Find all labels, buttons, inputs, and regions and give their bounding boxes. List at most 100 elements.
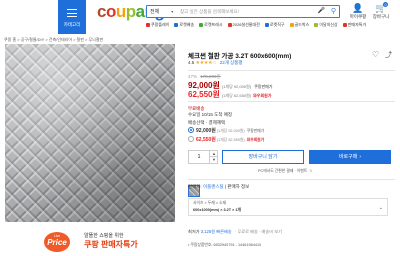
option-section-title: 배송선택 · 결제혜택 (188, 120, 226, 125)
category-label: 카테고리 (63, 22, 81, 27)
rating-score: 4.5 (188, 60, 195, 65)
delivery-estimate: 수요일 10/15 도착 예정 (188, 112, 232, 118)
share-icon[interactable]: ⤴ (385, 50, 392, 60)
add-to-cart-button[interactable]: 장바구니 담기 (222, 150, 304, 164)
logo-letter: a (135, 2, 145, 21)
shortcut-item[interactable]: 로켓배송 (174, 22, 194, 32)
logo-letter: u (115, 2, 126, 21)
original-price: 175,000원 (200, 74, 221, 79)
detail-label: 최저가 (188, 229, 200, 234)
option-price: 62,550원 (196, 137, 216, 143)
shortcut-label: 이달의신상 (319, 22, 338, 27)
pc-payment-note: PC에서도 간편한 결제 · 이벤트 ✕ (258, 168, 312, 174)
live-price-badge: Live Price (44, 232, 70, 252)
divider (188, 70, 395, 71)
shortcut-label: 2026설선물대전 (232, 22, 260, 27)
heart-icon[interactable]: ♡ (372, 50, 379, 59)
option-price: 92,000원 (196, 128, 216, 134)
wow-price-row: 62,550원 (1개당 62,550원) 와우회원가 (188, 89, 272, 100)
chevron-down-icon: ⌄ (378, 205, 383, 211)
hamburger-icon (67, 9, 77, 17)
quantity-input[interactable]: 1 (189, 151, 209, 163)
banner-line1: 알뜰한 쇼핑을 위한 (84, 233, 124, 239)
option-tag: 쿠팡판매가 (246, 129, 265, 133)
cart-icon: 🛒 (375, 3, 387, 13)
delivery-detail-row: 최저가 3,125원 빠른배송 · 무료로 배송 · 배송비 보기 (188, 229, 282, 235)
star-icons: ★★★★☆ (195, 60, 217, 66)
shortcut-icon (289, 22, 294, 27)
decrement-button[interactable]: ▼ (209, 157, 218, 163)
breadcrumb[interactable]: 쿠팡 홈 > 공구/철물/DIY > 건축/인테리어 > 철판 > 무늬철판 (4, 37, 103, 43)
chevron-down-icon: ▾ (171, 9, 174, 14)
user-icon: 👤 (352, 3, 364, 13)
search-input[interactable]: 찾고 싶은 상품을 검색해보세요! (180, 9, 239, 15)
option-tag: 와우회원가 (246, 138, 265, 142)
shortcut-icon (314, 22, 319, 27)
logo-letter: c (97, 2, 106, 21)
divider (188, 101, 395, 102)
pc-note-text: PC에서도 간편한 결제 · 이벤트 (258, 169, 308, 173)
radio-selected[interactable] (188, 127, 194, 133)
banner-line2: 쿠팡 판매자특가 (84, 240, 138, 249)
wow-price: 62,550원 (188, 90, 220, 99)
mypage-label: 마이쿠팡 (349, 14, 367, 19)
shortcut-item[interactable]: 판매자특가 (342, 22, 367, 32)
shortcut-label: 로켓배송 (179, 22, 195, 27)
badge-big-text: Price (47, 238, 67, 247)
divider (188, 179, 395, 180)
option-box-value: 600x1000(mm) × 3.2T × 1개 (193, 208, 242, 212)
buy-now-button[interactable]: 바로구매 › (309, 150, 391, 164)
price-option-sale[interactable]: 92,000원(1개당 92,000원) 쿠팡판매가 (188, 127, 264, 134)
mypage-button[interactable]: 👤 마이쿠팡 (347, 3, 369, 20)
rating: 4.5 ★★★★☆ 22개 상품평 (188, 60, 243, 66)
shortcut-item[interactable]: 로켓직구 (264, 22, 285, 32)
shortcut-item[interactable]: 골드박스 (289, 22, 310, 32)
shortcut-icon (174, 22, 179, 27)
shortcut-label: 로켓프레시 (204, 22, 223, 27)
product-number: • 쿠팡상품번호: 6532940791 - 14461964410 (188, 243, 262, 247)
arrow-right-icon: › (359, 154, 362, 160)
live-price-banner[interactable]: Live Price 알뜰한 쇼핑을 위한 쿠팡 판매자특가 (40, 228, 152, 254)
seller-info-link[interactable]: | 판매자 정보 (225, 184, 249, 189)
logo-letter: p (125, 2, 136, 21)
search-scope-select[interactable]: 전체 ▾ (150, 8, 173, 15)
shortcut-icon (199, 22, 204, 27)
price-option-wow[interactable]: 62,550원(1개당 62,550원) 와우회원가 (188, 136, 264, 143)
logo-letter: o (105, 2, 116, 21)
discount-percent: 47% (188, 74, 198, 79)
category-menu-button[interactable]: 카테고리 (58, 0, 86, 34)
shortcut-label: 쿠팡플레이 (151, 22, 170, 27)
option-unit-price: (1개당 92,000원) (216, 129, 245, 133)
seller-prefix: 판매자: (188, 184, 202, 189)
product-image[interactable] (5, 44, 175, 222)
option-unit-price: (1개당 62,550원) (216, 138, 245, 142)
cart-label: 장바구니 (372, 14, 390, 19)
option-select-box[interactable]: 사이즈 × 두께 × 소재 600x1000(mm) × 3.2T × 1개 ⌄ (188, 198, 388, 216)
shortcut-label: 판매자특가 (347, 22, 367, 27)
quantity-stepper[interactable]: 1 ▲ ▼ (188, 150, 218, 164)
shortcut-label: 로켓직구 (269, 22, 285, 27)
wow-price-unit: (1개당 62,550원) (221, 93, 252, 98)
option-box-title: 사이즈 × 두께 × 소재 (193, 201, 227, 205)
image-sheen (5, 44, 175, 222)
product-title: 체크썬 철판 가공 3.2T 600x600(mm) (188, 53, 292, 60)
buy-now-label: 바로구매 (338, 154, 358, 160)
shortcut-item[interactable]: 로켓프레시 (199, 22, 223, 32)
search-icon[interactable]: ⚲ (331, 7, 336, 15)
shortcut-item[interactable]: 2026설선물대전 (227, 22, 260, 32)
seller-name-link[interactable]: 이플랜스틸 (203, 184, 224, 189)
shortcut-icon (342, 22, 347, 27)
delivery-text: 수요일 10/15 도착 예정 (188, 112, 232, 117)
shortcut-icon (264, 22, 269, 27)
detail-more[interactable]: · 무료로 배송 · 배송비 보기 (235, 229, 282, 234)
shortcut-item[interactable]: 이달의신상 (314, 22, 338, 32)
seller-info: 판매자: 이플랜스틸 | 판매자 정보 (188, 184, 249, 190)
review-count-link[interactable]: 22개 상품평 (220, 60, 243, 65)
mic-icon[interactable]: 🎤 (318, 7, 325, 14)
cart-button[interactable]: 🛒 0 장바구니 (370, 2, 392, 20)
shortcut-item[interactable]: 쿠팡플레이 (146, 22, 169, 32)
radio-unselected[interactable] (188, 136, 194, 142)
close-icon[interactable]: ✕ (309, 169, 312, 173)
detail-highlight[interactable]: 3,125원 빠른배송 (201, 229, 232, 234)
shortcut-label: 골드박스 (294, 22, 310, 27)
